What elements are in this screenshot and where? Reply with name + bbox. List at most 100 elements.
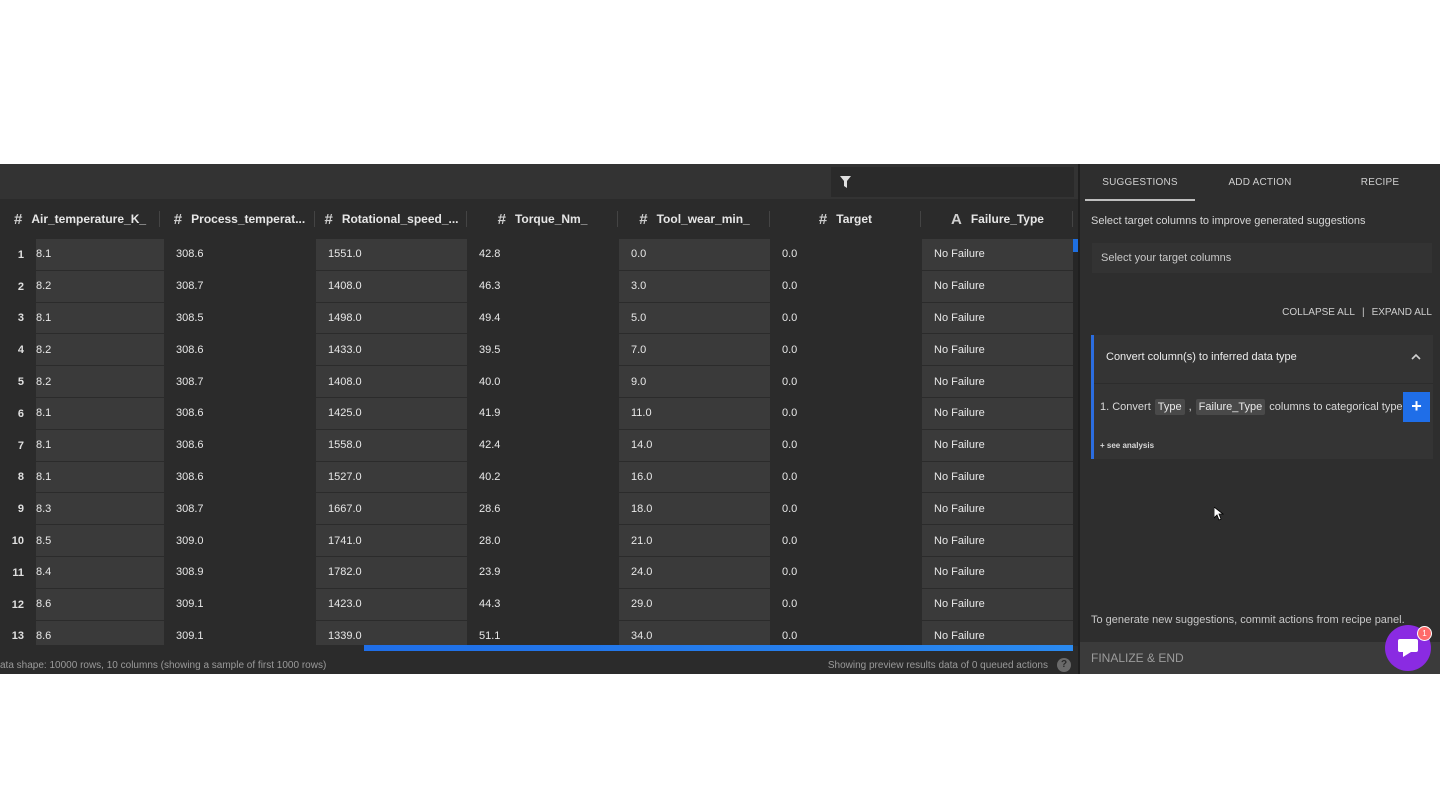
- table-cell[interactable]: 308.6: [164, 430, 315, 461]
- table-cell[interactable]: 0.0: [770, 366, 921, 397]
- table-cell[interactable]: 23.9: [467, 557, 618, 588]
- table-cell[interactable]: 21.0: [619, 525, 770, 556]
- target-columns-select[interactable]: Select your target columns: [1091, 242, 1433, 274]
- table-cell[interactable]: 0.0: [770, 239, 921, 270]
- table-cell[interactable]: 11.0: [619, 398, 770, 429]
- table-cell[interactable]: 1408.0: [316, 270, 467, 302]
- table-cell[interactable]: No Failure: [922, 429, 1073, 461]
- table-cell[interactable]: 5.0: [619, 302, 770, 334]
- table-cell[interactable]: 8.5: [36, 525, 164, 556]
- table-cell[interactable]: 0.0: [770, 462, 921, 493]
- table-cell[interactable]: No Failure: [922, 270, 1073, 302]
- table-cell[interactable]: 308.9: [164, 557, 315, 588]
- table-cell[interactable]: No Failure: [922, 334, 1073, 366]
- table-cell[interactable]: 41.9: [467, 398, 618, 429]
- table-cell[interactable]: 1527.0: [316, 461, 467, 493]
- table-row[interactable]: 7 8.1 308.6 1558.0 42.4 14.0 0.0 No Failure: [0, 429, 1073, 462]
- table-cell[interactable]: 8.4: [36, 557, 164, 588]
- column-header[interactable]: # Torque_Nm_: [467, 199, 618, 239]
- table-cell[interactable]: 0.0: [770, 303, 921, 334]
- tab-suggestions[interactable]: SUGGESTIONS: [1080, 164, 1200, 201]
- table-row[interactable]: 3 8.1 308.5 1498.0 49.4 5.0 0.0 No Failure: [0, 302, 1073, 335]
- add-suggestion-button[interactable]: +: [1403, 392, 1430, 422]
- table-cell[interactable]: 8.2: [36, 334, 164, 366]
- expand-all-button[interactable]: EXPAND ALL: [1372, 307, 1432, 318]
- table-cell[interactable]: 1558.0: [316, 429, 467, 461]
- table-cell[interactable]: 309.1: [164, 589, 315, 620]
- table-row[interactable]: 4 8.2 308.6 1433.0 39.5 7.0 0.0 No Failure: [0, 334, 1073, 366]
- table-cell[interactable]: 308.6: [164, 398, 315, 429]
- column-header[interactable]: A Failure_Type: [922, 199, 1073, 239]
- table-cell[interactable]: 1551.0: [316, 239, 467, 270]
- table-row[interactable]: 5 8.2 308.7 1408.0 40.0 9.0 0.0 No Failure: [0, 366, 1073, 398]
- table-cell[interactable]: 0.0: [770, 493, 921, 524]
- table-row[interactable]: 12 8.6 309.1 1423.0 44.3 29.0 0.0 No Failure: [0, 588, 1073, 621]
- filter-box[interactable]: [831, 167, 1074, 197]
- table-row[interactable]: 8 8.1 308.6 1527.0 40.2 16.0 0.0 No Failure: [0, 461, 1073, 494]
- table-cell[interactable]: 8.1: [36, 302, 164, 334]
- table-cell[interactable]: 39.5: [467, 334, 618, 365]
- table-cell[interactable]: 16.0: [619, 461, 770, 493]
- table-cell[interactable]: 1425.0: [316, 398, 467, 429]
- table-cell[interactable]: 28.0: [467, 525, 618, 556]
- table-cell[interactable]: 8.1: [36, 398, 164, 429]
- table-cell[interactable]: 1741.0: [316, 525, 467, 556]
- table-cell[interactable]: 0.0: [770, 430, 921, 461]
- column-header[interactable]: # Rotational_speed_...: [316, 199, 467, 239]
- table-cell[interactable]: 1423.0: [316, 588, 467, 620]
- table-cell[interactable]: 14.0: [619, 429, 770, 461]
- column-header[interactable]: # Target: [770, 199, 921, 239]
- table-row[interactable]: 11 8.4 308.9 1782.0 23.9 24.0 0.0 No Failure: [0, 557, 1073, 589]
- table-cell[interactable]: 308.7: [164, 271, 315, 302]
- tab-add-action[interactable]: ADD ACTION: [1200, 164, 1320, 201]
- table-cell[interactable]: 9.0: [619, 366, 770, 397]
- table-row[interactable]: 1 8.1 308.6 1551.0 42.8 0.0 0.0 No Failure: [0, 239, 1073, 271]
- table-cell[interactable]: 7.0: [619, 334, 770, 366]
- table-cell[interactable]: 1498.0: [316, 302, 467, 334]
- table-cell[interactable]: 42.8: [467, 239, 618, 270]
- table-row[interactable]: 2 8.2 308.7 1408.0 46.3 3.0 0.0 No Failure: [0, 270, 1073, 303]
- table-cell[interactable]: No Failure: [922, 493, 1073, 525]
- table-cell[interactable]: 40.2: [467, 462, 618, 493]
- table-cell[interactable]: No Failure: [922, 302, 1073, 334]
- table-cell[interactable]: 24.0: [619, 557, 770, 588]
- table-row[interactable]: 6 8.1 308.6 1425.0 41.9 11.0 0.0 No Failure: [0, 398, 1073, 430]
- table-cell[interactable]: 308.6: [164, 334, 315, 365]
- table-cell[interactable]: 308.6: [164, 239, 315, 270]
- table-cell[interactable]: 44.3: [467, 589, 618, 620]
- chevron-up-icon[interactable]: [1411, 349, 1421, 363]
- table-cell[interactable]: No Failure: [922, 398, 1073, 429]
- table-cell[interactable]: 1408.0: [316, 366, 467, 397]
- table-cell[interactable]: 46.3: [467, 271, 618, 302]
- table-cell[interactable]: 308.5: [164, 303, 315, 334]
- table-row[interactable]: 9 8.3 308.7 1667.0 28.6 18.0 0.0 No Failure: [0, 493, 1073, 525]
- table-cell[interactable]: 1667.0: [316, 493, 467, 525]
- table-cell[interactable]: 40.0: [467, 366, 618, 397]
- table-cell[interactable]: 1433.0: [316, 334, 467, 366]
- table-cell[interactable]: No Failure: [922, 366, 1073, 397]
- column-header[interactable]: # Tool_wear_min_: [619, 199, 770, 239]
- table-cell[interactable]: 49.4: [467, 303, 618, 334]
- table-cell[interactable]: No Failure: [922, 557, 1073, 588]
- table-cell[interactable]: 42.4: [467, 430, 618, 461]
- table-cell[interactable]: No Failure: [922, 588, 1073, 620]
- table-cell[interactable]: 8.1: [36, 239, 164, 270]
- table-cell[interactable]: 8.6: [36, 588, 164, 620]
- table-cell[interactable]: No Failure: [922, 525, 1073, 556]
- table-cell[interactable]: 0.0: [770, 271, 921, 302]
- horizontal-scrollbar[interactable]: [0, 645, 1073, 652]
- suggestion-card-title[interactable]: Convert column(s) to inferred data type: [1106, 351, 1297, 363]
- table-cell[interactable]: 28.6: [467, 493, 618, 524]
- table-cell[interactable]: 0.0: [619, 239, 770, 270]
- table-cell[interactable]: 309.0: [164, 525, 315, 556]
- horizontal-scrollbar-thumb[interactable]: [364, 645, 1073, 651]
- table-cell[interactable]: 8.2: [36, 366, 164, 397]
- tab-recipe[interactable]: RECIPE: [1320, 164, 1440, 201]
- table-cell[interactable]: 308.6: [164, 462, 315, 493]
- column-header[interactable]: # Process_temperat...: [164, 199, 315, 239]
- table-row[interactable]: 10 8.5 309.0 1741.0 28.0 21.0 0.0 No Failure: [0, 525, 1073, 557]
- table-cell[interactable]: No Failure: [922, 461, 1073, 493]
- table-cell[interactable]: 8.2: [36, 270, 164, 302]
- table-cell[interactable]: 1782.0: [316, 557, 467, 588]
- table-cell[interactable]: 8.3: [36, 493, 164, 525]
